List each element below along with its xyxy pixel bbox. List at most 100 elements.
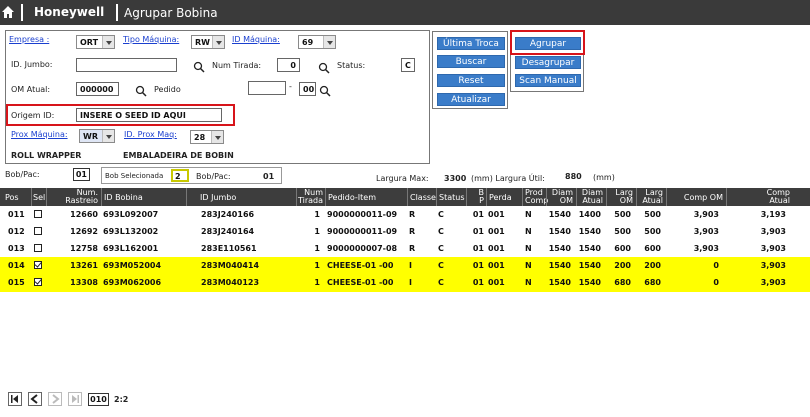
col-diam-atual[interactable]: Diam Atual	[576, 188, 606, 206]
empresa-label[interactable]: Empresa :	[9, 35, 49, 44]
page-number-input[interactable]: 010	[88, 393, 109, 406]
table-row[interactable]: 014 13261 693M052004 283M040414 1 CHEESE-01 -…	[0, 257, 810, 275]
col-prod-comp[interactable]: Prod Comp	[522, 188, 548, 206]
col-larg-atual[interactable]: Larg Atual	[636, 188, 666, 206]
row-select-checkbox[interactable]	[34, 227, 42, 235]
cell-jumbo: 283J240164	[201, 227, 255, 236]
scan-manual-button[interactable]: Scan Manual	[515, 74, 581, 87]
last-page-button[interactable]	[68, 392, 82, 406]
id-maquina-label[interactable]: ID Máquina:	[232, 35, 280, 44]
cell-comp-om: 3,903	[693, 227, 719, 236]
reset-button[interactable]: Reset	[437, 74, 505, 87]
pedido-input[interactable]	[248, 81, 286, 95]
divider	[116, 4, 118, 21]
cell-status: C	[438, 244, 444, 253]
cell-diam-om: 1540	[548, 244, 571, 253]
status-input[interactable]: C	[401, 58, 415, 72]
col-comp-om[interactable]: Comp OM	[666, 188, 726, 206]
col-num-tirada[interactable]: Num Tirada	[296, 188, 325, 206]
col-perda[interactable]: Perda	[486, 188, 522, 206]
prev-page-button[interactable]	[28, 392, 42, 406]
largura-max-value: 3300	[444, 174, 467, 183]
col-larg-om[interactable]: Larg OM	[606, 188, 636, 206]
cell-pedido: CHEESE-01 -00	[327, 278, 394, 287]
num-tirada-input[interactable]: 0	[277, 58, 300, 72]
id-prox-maq-label[interactable]: ID. Prox Maq:	[124, 130, 177, 139]
tipo-maquina-select[interactable]: RW	[191, 35, 225, 49]
cell-tirada: 1	[314, 210, 320, 219]
cell-diam-om: 1540	[548, 210, 571, 219]
chevron-down-icon	[102, 36, 114, 48]
cell-rastreio: 13308	[70, 278, 98, 287]
cell-comp-om: 0	[713, 261, 719, 270]
col-pos[interactable]: Pos	[0, 188, 31, 206]
cell-bp: 01	[472, 227, 484, 236]
col-id-jumbo[interactable]: ID Jumbo	[186, 188, 296, 206]
cell-diam-atual: 1400	[578, 210, 601, 219]
table-row[interactable]: 012 12692 693L132002 283J240164 1 9000000011-…	[0, 223, 810, 241]
table-row[interactable]: 015 13308 693M062006 283M040123 1 CHEESE-01 -…	[0, 274, 810, 292]
om-atual-input[interactable]: 000000	[76, 82, 119, 96]
col-num-rastreio[interactable]: Num. Rastreio	[46, 188, 101, 206]
cell-status: C	[438, 278, 444, 287]
home-icon[interactable]	[1, 5, 15, 19]
col-bp[interactable]: BP	[466, 188, 486, 206]
cell-pos: 014	[8, 261, 25, 270]
id-jumbo-input[interactable]	[76, 58, 177, 72]
row-select-checkbox[interactable]	[34, 210, 42, 218]
cell-comp-om: 3,903	[693, 244, 719, 253]
page-info: 2:2	[114, 395, 129, 404]
largura-util-value: 880	[565, 172, 582, 181]
row-select-checkbox[interactable]	[34, 244, 42, 252]
cell-diam-atual: 1540	[578, 278, 601, 287]
col-sel[interactable]: Sel	[31, 188, 46, 206]
cell-status: C	[438, 210, 444, 219]
cell-classe: I	[409, 278, 412, 287]
col-classe[interactable]: Classe	[407, 188, 436, 206]
cell-pedido: 9000000007-08	[327, 244, 398, 253]
prox-maquina-select[interactable]: WR	[79, 129, 115, 143]
tipo-maquina-label[interactable]: Tipo Máquina:	[123, 35, 179, 44]
table-row[interactable]: 013 12758 693L162001 283E110561 1 9000000007-…	[0, 240, 810, 258]
cell-larg-om: 500	[614, 227, 631, 236]
cell-jumbo: 283E110561	[201, 244, 257, 253]
id-prox-maq-select[interactable]: 28	[190, 130, 224, 144]
search-icon[interactable]	[318, 62, 330, 74]
row-select-checkbox[interactable]	[34, 278, 42, 286]
atualizar-button[interactable]: Atualizar	[437, 93, 505, 106]
num-tirada-label: Num Tirada:	[212, 61, 262, 70]
search-icon[interactable]	[135, 85, 147, 97]
cell-bp: 01	[472, 261, 484, 270]
cell-larg-atual: 500	[644, 210, 661, 219]
search-icon[interactable]	[193, 61, 205, 73]
cell-perda: 001	[488, 244, 505, 253]
cell-tirada: 1	[314, 244, 320, 253]
pedido-suffix-input[interactable]: 00	[299, 82, 316, 96]
cell-status: C	[438, 227, 444, 236]
ultima-troca-button[interactable]: Última Troca	[437, 37, 505, 50]
table-row[interactable]: 011 12660 693L092007 283J240166 1 9000000011-…	[0, 206, 810, 224]
origem-id-input[interactable]: INSERE O SEED ID AQUI	[76, 108, 222, 122]
cell-comp-atual: 3,903	[760, 261, 786, 270]
id-maquina-select[interactable]: 69	[298, 35, 336, 49]
largura-util-label: (mm) Largura Útil:	[471, 174, 545, 183]
col-diam-om[interactable]: Diam OM	[546, 188, 576, 206]
id-prox-maq-desc: EMBALADEIRA DE BOBIN	[123, 151, 234, 160]
search-icon[interactable]	[319, 85, 331, 97]
table-header: Pos Sel Num. Rastreio ID Bobina ID Jumbo …	[0, 188, 810, 206]
col-pedido-item[interactable]: Pedido-Item	[325, 188, 407, 206]
row-select-checkbox[interactable]	[34, 261, 42, 269]
agrupar-button[interactable]: Agrupar	[515, 37, 581, 50]
col-status[interactable]: Status	[436, 188, 466, 206]
brand-logo: Honeywell	[34, 5, 105, 19]
first-page-button[interactable]	[8, 392, 22, 406]
buscar-button[interactable]: Buscar	[437, 55, 505, 68]
col-comp-atual[interactable]: Comp Atual	[726, 188, 810, 206]
col-id-bobina[interactable]: ID Bobina	[101, 188, 186, 206]
empresa-select[interactable]: ORT	[76, 35, 115, 49]
prox-maquina-label[interactable]: Prox Máquina:	[11, 130, 68, 139]
cell-diam-atual: 1540	[578, 244, 601, 253]
cell-bobina: 693L092007	[103, 210, 159, 219]
desagrupar-button[interactable]: Desagrupar	[515, 56, 581, 69]
next-page-button[interactable]	[48, 392, 62, 406]
